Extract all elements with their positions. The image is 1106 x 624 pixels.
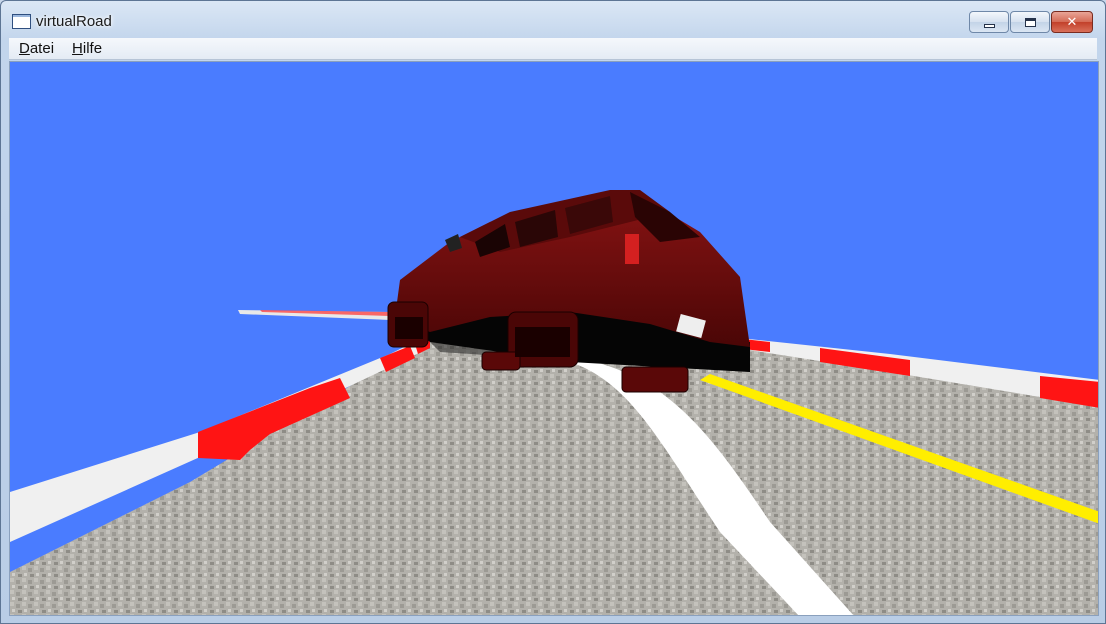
- menu-bar: Datei Hilfe: [9, 38, 1097, 60]
- wheel-rear-right: [621, 366, 689, 393]
- menu-hilfe-rest: ilfe: [82, 40, 103, 57]
- wheel-rear-left: [481, 351, 521, 371]
- minimize-button[interactable]: [969, 11, 1009, 33]
- close-icon: ✕: [1066, 14, 1078, 30]
- menu-datei[interactable]: Datei: [17, 40, 56, 57]
- menu-datei-rest: atei: [29, 40, 55, 57]
- wheel-hub-1: [515, 327, 570, 357]
- app-window-icon: [12, 14, 31, 29]
- maximize-icon: [1024, 17, 1036, 27]
- title-bar[interactable]: virtualRoad ✕: [1, 1, 1105, 37]
- wheel-hub-2: [395, 317, 423, 339]
- caption-buttons: ✕: [968, 11, 1093, 33]
- app-window: virtualRoad ✕ Datei Hilfe: [0, 0, 1106, 624]
- window-title: virtualRoad: [36, 13, 112, 30]
- menu-datei-mnemonic: D: [19, 40, 30, 57]
- suv-tail-light: [625, 234, 639, 264]
- menu-hilfe[interactable]: Hilfe: [70, 40, 104, 57]
- close-button[interactable]: ✕: [1051, 11, 1093, 33]
- 3d-viewport[interactable]: [9, 61, 1099, 616]
- minimize-icon: [983, 24, 995, 28]
- scene-render: [10, 62, 1098, 615]
- maximize-button[interactable]: [1010, 11, 1050, 33]
- menu-hilfe-mnemonic: H: [72, 40, 83, 57]
